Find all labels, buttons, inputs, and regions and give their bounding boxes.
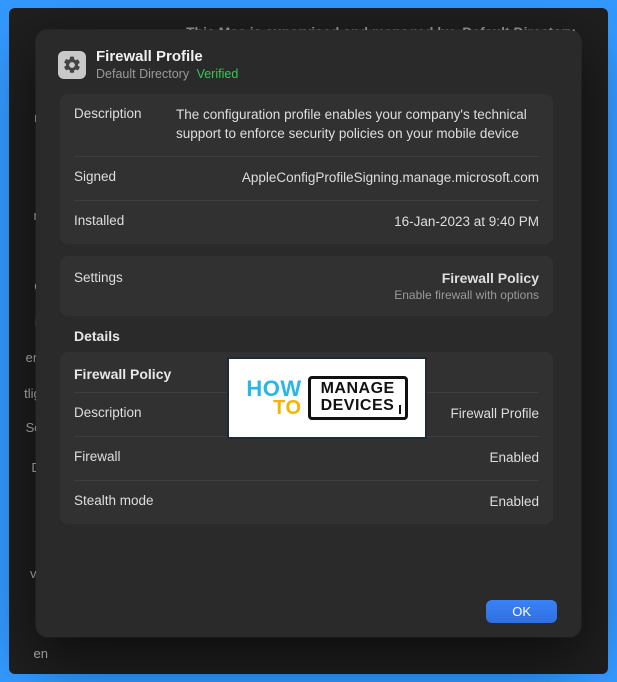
profile-title: Firewall Profile — [96, 48, 238, 67]
ok-button[interactable]: OK — [486, 600, 557, 623]
row-value: AppleConfigProfileSigning.manage.microso… — [176, 169, 539, 188]
details-row: Stealth mode Enabled — [74, 481, 539, 524]
profile-gear-icon — [58, 51, 86, 79]
row-label: Signed — [74, 169, 162, 184]
profile-header: Firewall Profile Default Directory Verif… — [50, 48, 563, 94]
sheet-footer: OK — [50, 590, 567, 623]
profile-info-card: Description The configuration profile en… — [60, 94, 553, 244]
row-label: Installed — [74, 213, 162, 228]
settings-title: Firewall Policy — [394, 270, 539, 286]
profile-detail-sheet: Firewall Profile Default Directory Verif… — [36, 30, 581, 637]
row-label: Firewall — [74, 449, 475, 464]
settings-row[interactable]: Settings Firewall Policy Enable firewall… — [74, 256, 539, 316]
details-row: Firewall Enabled — [74, 437, 539, 481]
row-value: Enabled — [489, 449, 539, 468]
profile-org: Default Directory — [96, 67, 189, 81]
details-policy-title: Firewall Policy — [74, 352, 539, 393]
sidebar-fragment: en — [34, 646, 48, 661]
profile-subtitle: Default Directory Verified — [96, 67, 238, 83]
row-value: 16-Jan-2023 at 9:40 PM — [176, 213, 539, 232]
details-card: Firewall Policy Description Firewall Pro… — [60, 352, 553, 524]
settings-value: Firewall Policy Enable firewall with opt… — [394, 270, 539, 302]
row-value: The configuration profile enables your c… — [176, 106, 539, 144]
verified-badge: Verified — [197, 67, 239, 81]
profile-header-text: Firewall Profile Default Directory Verif… — [96, 48, 238, 82]
info-row-description: Description The configuration profile en… — [74, 94, 539, 157]
info-row-installed: Installed 16-Jan-2023 at 9:40 PM — [74, 201, 539, 244]
sheet-scroll-area[interactable]: Firewall Profile Default Directory Verif… — [50, 48, 567, 590]
details-heading: Details — [74, 328, 563, 344]
details-row: Description Firewall Profile — [74, 393, 539, 437]
row-label: Description — [74, 106, 162, 121]
row-value: Firewall Profile — [450, 405, 539, 424]
row-label: Description — [74, 405, 436, 420]
settings-card: Settings Firewall Policy Enable firewall… — [60, 256, 553, 316]
info-row-signed: Signed AppleConfigProfileSigning.manage.… — [74, 157, 539, 201]
gear-icon — [62, 55, 82, 75]
settings-subtitle: Enable firewall with options — [394, 288, 539, 302]
settings-label: Settings — [74, 270, 162, 285]
row-label: Stealth mode — [74, 493, 475, 508]
row-value: Enabled — [489, 493, 539, 512]
